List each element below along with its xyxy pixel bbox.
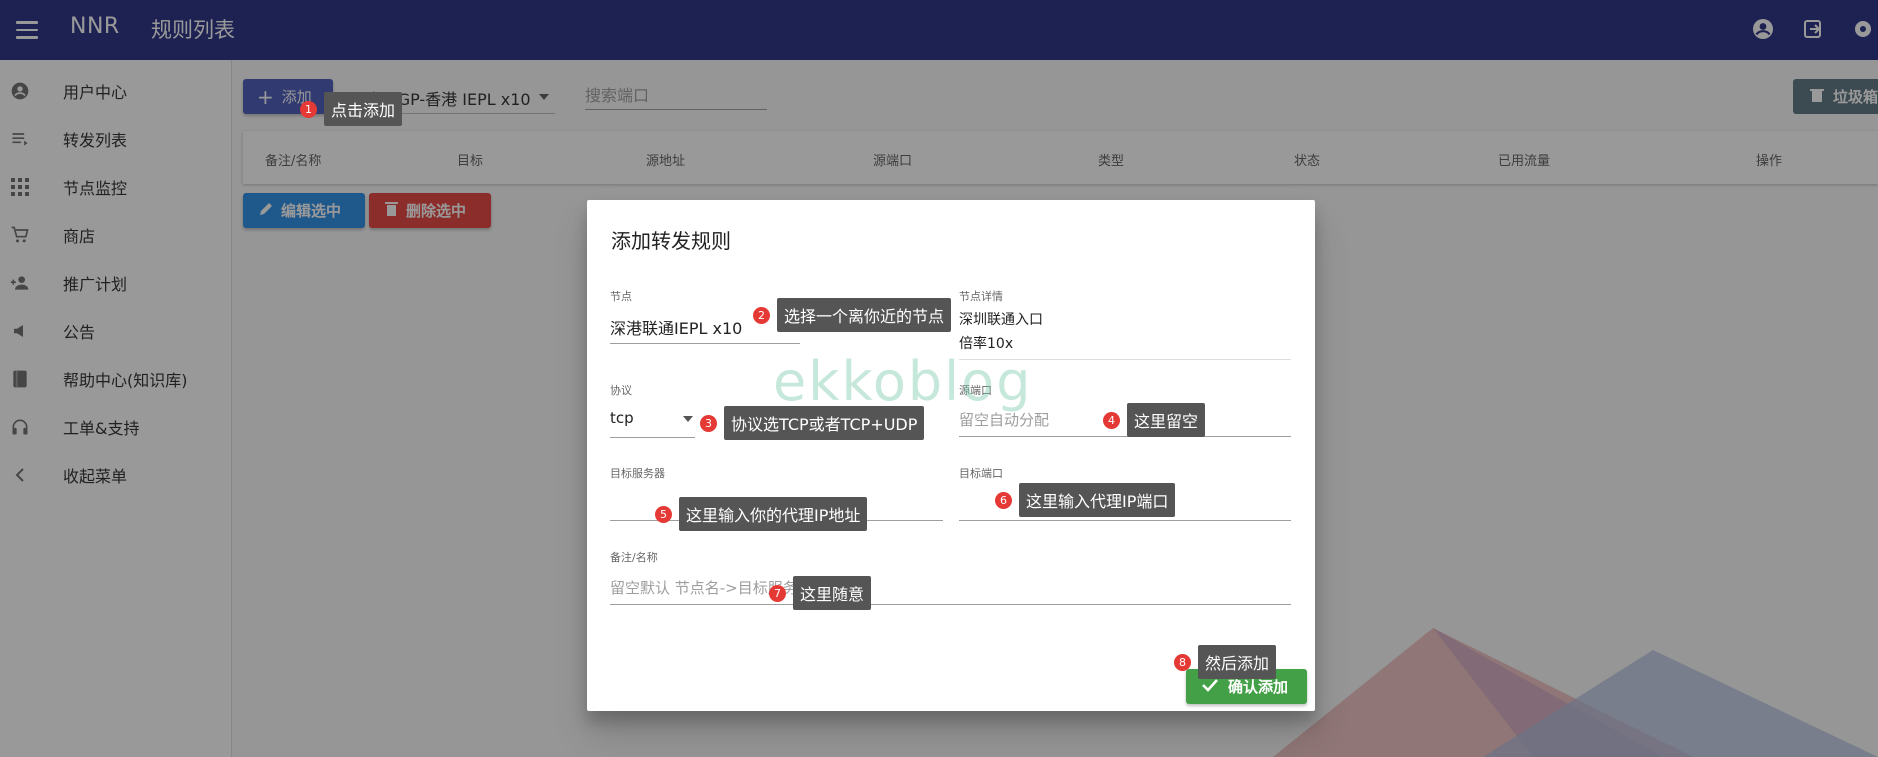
- step-badge: 8: [1174, 653, 1191, 671]
- protocol-select[interactable]: tcp: [610, 409, 634, 427]
- annotation-6: 6 这里输入代理IP端口: [995, 483, 1176, 517]
- watermark-logo: ekkoblog: [773, 350, 1033, 413]
- target-port-label: 目标端口: [959, 467, 1003, 480]
- step-badge: 1: [300, 100, 317, 118]
- step-tip: 点击添加: [324, 92, 403, 126]
- add-rule-dialog: 添加转发规则 节点 深港联通IEPL x10 节点详情 深圳联通入口 倍率10x…: [587, 200, 1315, 711]
- step-badge: 4: [1103, 411, 1120, 429]
- check-icon: [1202, 678, 1218, 696]
- step-tip: 这里输入你的代理IP地址: [679, 497, 868, 531]
- remark-underline: [610, 604, 1291, 605]
- annotation-3: 3 协议选TCP或者TCP+UDP: [700, 406, 925, 440]
- step-badge: 6: [995, 491, 1012, 509]
- node-select[interactable]: 深港联通IEPL x10: [610, 315, 742, 339]
- node-detail-line1: 深圳联通入口: [959, 312, 1043, 328]
- step-tip: 这里输入代理IP端口: [1019, 483, 1176, 517]
- step-tip: 协议选TCP或者TCP+UDP: [724, 406, 925, 440]
- target-server-label: 目标服务器: [610, 467, 665, 480]
- step-tip: 这里随意: [793, 576, 872, 610]
- step-tip: 选择一个离你近的节点: [777, 298, 952, 332]
- node-detail-label: 节点详情: [959, 290, 1003, 303]
- confirm-add-label: 确认添加: [1228, 678, 1289, 696]
- annotation-2: 2 选择一个离你近的节点: [753, 298, 952, 332]
- target-port-input[interactable]: [959, 520, 1291, 521]
- node-select-underline: [610, 343, 800, 344]
- remark-label: 备注/名称: [610, 551, 658, 564]
- step-tip: 然后添加: [1198, 645, 1277, 679]
- annotation-1: 1 点击添加: [300, 92, 403, 126]
- annotation-7: 7 这里随意: [769, 576, 872, 610]
- step-badge: 3: [700, 414, 717, 432]
- step-badge: 2: [753, 306, 770, 324]
- step-badge: 5: [655, 505, 672, 523]
- dialog-title: 添加转发规则: [611, 229, 731, 253]
- protocol-select-underline: [610, 437, 695, 438]
- step-tip: 这里留空: [1127, 403, 1206, 437]
- annotation-5: 5 这里输入你的代理IP地址: [655, 497, 868, 531]
- chevron-down-icon[interactable]: [683, 416, 693, 422]
- node-field-label: 节点: [610, 290, 632, 303]
- annotation-4: 4 这里留空: [1103, 403, 1206, 437]
- annotation-8: 8 然后添加: [1174, 645, 1277, 679]
- protocol-field-label: 协议: [610, 384, 632, 397]
- step-badge: 7: [769, 584, 786, 602]
